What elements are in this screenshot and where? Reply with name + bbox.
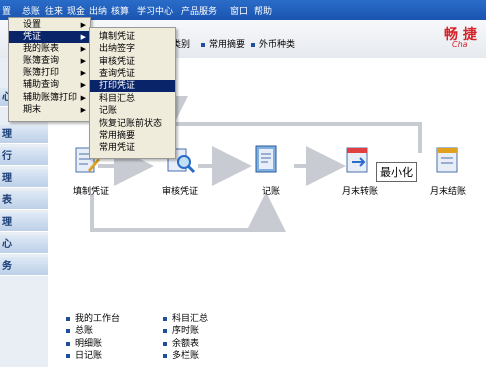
menu-item-book-print[interactable]: 账簿打印 ▶ <box>9 67 90 79</box>
submenu-account-summary[interactable]: 科目汇总 <box>90 93 175 105</box>
nav-item-manage-1[interactable]: 理 <box>0 125 48 144</box>
month-end-transfer-icon[interactable] <box>344 146 372 176</box>
menu-item-aux-book-print[interactable]: 辅助账簿打印 ▶ <box>9 92 90 104</box>
submenu-arrow-icon: ▶ <box>80 21 86 29</box>
square-bullet-icon <box>251 42 255 47</box>
submenu-arrow-icon: ▶ <box>80 33 86 41</box>
square-bullet-icon <box>66 353 70 358</box>
square-bullet-icon <box>163 316 167 321</box>
menu-item-aux-query[interactable]: 辅助查询 ▶ <box>9 79 90 91</box>
link-general-ledger[interactable]: 总账 <box>66 323 93 336</box>
toolbar-link-common-summary[interactable]: 常用摘要 <box>201 37 245 50</box>
menu-window[interactable]: 窗口 <box>230 4 248 17</box>
general-ledger-menu: 设置 ▶ 凭证 ▶ 我的账表 ▶ 账簿查询 ▶ 账簿打印 ▶ 辅助查询 ▶ 辅助账簿打印 ▶ … <box>8 17 91 122</box>
nav-item-service[interactable]: 务 <box>0 257 48 276</box>
submenu-arrow-icon: ▶ <box>80 45 86 53</box>
square-bullet-icon <box>66 328 70 333</box>
menu-cash[interactable]: 现金 <box>67 4 85 17</box>
submenu-restore-prepost[interactable]: 恢复记账前状态 <box>90 118 175 130</box>
menu-settings[interactable]: 置 <box>2 4 11 17</box>
menu-item-book-query[interactable]: 账簿查询 ▶ <box>9 55 90 67</box>
submenu-cashier-sign[interactable]: 出纳签字 <box>90 43 175 55</box>
submenu-arrow-icon: ▶ <box>80 106 86 114</box>
menu-item-voucher[interactable]: 凭证 ▶ <box>9 31 90 43</box>
nav-item-bank[interactable]: 行 <box>0 147 48 166</box>
nav-item-manage-2[interactable]: 理 <box>0 169 48 188</box>
menu-products[interactable]: 产品服务 <box>181 4 217 17</box>
nav-item-center-2[interactable]: 心 <box>0 235 48 254</box>
submenu-print-voucher[interactable]: 打印凭证 <box>90 80 175 92</box>
voucher-submenu: 填制凭证 出纳签字 审核凭证 查询凭证 打印凭证 科目汇总 记账 恢复记账前状态… <box>89 27 176 159</box>
nav-item-manage-3[interactable]: 理 <box>0 213 48 232</box>
square-bullet-icon <box>163 341 167 346</box>
square-bullet-icon <box>66 316 70 321</box>
flow-node-month-close[interactable]: 月末结账 <box>430 184 466 197</box>
flow-node-fill-voucher[interactable]: 填制凭证 <box>73 184 109 197</box>
menu-help[interactable]: 帮助 <box>254 4 272 17</box>
submenu-common-voucher[interactable]: 常用凭证 <box>90 142 175 154</box>
submenu-common-summary[interactable]: 常用摘要 <box>90 130 175 142</box>
square-bullet-icon <box>201 42 205 47</box>
submenu-arrow-icon: ▶ <box>80 81 86 89</box>
menu-accounting[interactable]: 核算 <box>111 4 129 17</box>
square-bullet-icon <box>163 328 167 333</box>
flow-node-month-transfer[interactable]: 月末转账 <box>342 184 378 197</box>
square-bullet-icon <box>66 341 70 346</box>
toolbar-link-currency[interactable]: 外币种类 <box>251 37 295 50</box>
submenu-query-voucher[interactable]: 查询凭证 <box>90 68 175 80</box>
minimize-tooltip: 最小化 <box>376 162 417 182</box>
flow-node-post[interactable]: 记账 <box>262 184 280 197</box>
brand-logo-sub: Cha <box>452 40 468 49</box>
submenu-arrow-icon: ▶ <box>80 94 86 102</box>
menu-general-ledger[interactable]: 总账 <box>22 4 40 17</box>
link-journal[interactable]: 日记账 <box>66 348 102 361</box>
link-multi-column-ledger[interactable]: 多栏账 <box>163 348 199 361</box>
menu-item-period-end[interactable]: 期末 ▶ <box>9 104 90 116</box>
menu-learning-center[interactable]: 学习中心 <box>137 4 173 17</box>
month-end-close-icon[interactable] <box>434 146 460 176</box>
menu-item-setup[interactable]: 设置 ▶ <box>9 19 90 31</box>
square-bullet-icon <box>163 353 167 358</box>
menu-item-my-reports[interactable]: 我的账表 ▶ <box>9 43 90 55</box>
submenu-review-voucher[interactable]: 审核凭证 <box>90 56 175 68</box>
menu-cashier[interactable]: 出纳 <box>89 4 107 17</box>
menu-receivables[interactable]: 往来 <box>45 4 63 17</box>
flow-node-review-voucher[interactable]: 审核凭证 <box>162 184 198 197</box>
submenu-arrow-icon: ▶ <box>80 57 86 65</box>
submenu-fill-voucher[interactable]: 填制凭证 <box>90 31 175 43</box>
submenu-arrow-icon: ▶ <box>80 69 86 77</box>
nav-item-report[interactable]: 表 <box>0 191 48 210</box>
post-ledger-icon[interactable] <box>254 144 280 176</box>
submenu-post[interactable]: 记账 <box>90 105 175 117</box>
link-chronological-ledger[interactable]: 序时账 <box>163 323 199 336</box>
